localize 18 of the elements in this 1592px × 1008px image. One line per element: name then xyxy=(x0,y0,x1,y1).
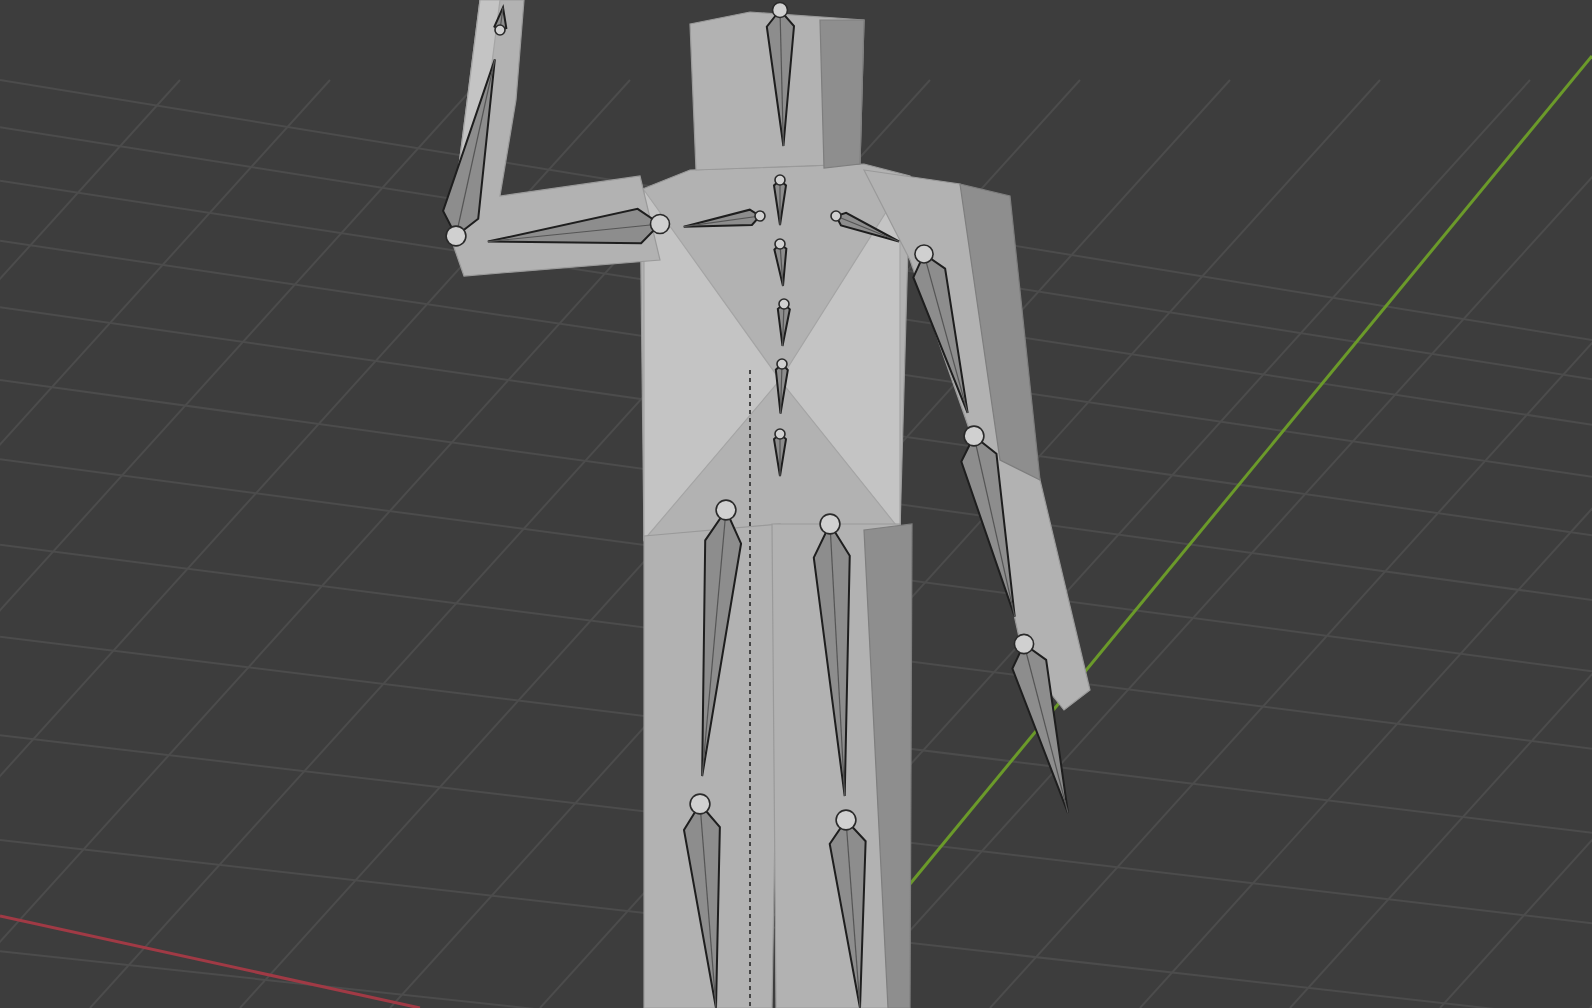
bone[interactable] xyxy=(828,809,867,1008)
bone[interactable] xyxy=(701,499,743,778)
bone[interactable] xyxy=(912,244,969,414)
bone[interactable] xyxy=(960,425,1016,618)
bone[interactable] xyxy=(774,358,789,415)
bone[interactable] xyxy=(1011,633,1069,814)
bone[interactable] xyxy=(772,428,788,477)
bone[interactable] xyxy=(486,207,671,245)
bone[interactable] xyxy=(776,298,791,347)
bone[interactable] xyxy=(442,58,496,247)
bone[interactable] xyxy=(773,238,788,287)
bone[interactable] xyxy=(765,1,796,147)
bone[interactable] xyxy=(830,210,900,243)
bone[interactable] xyxy=(493,4,508,36)
bone[interactable] xyxy=(812,513,851,798)
bone[interactable] xyxy=(682,208,766,228)
bone[interactable] xyxy=(682,793,721,1008)
bone[interactable] xyxy=(772,174,788,226)
